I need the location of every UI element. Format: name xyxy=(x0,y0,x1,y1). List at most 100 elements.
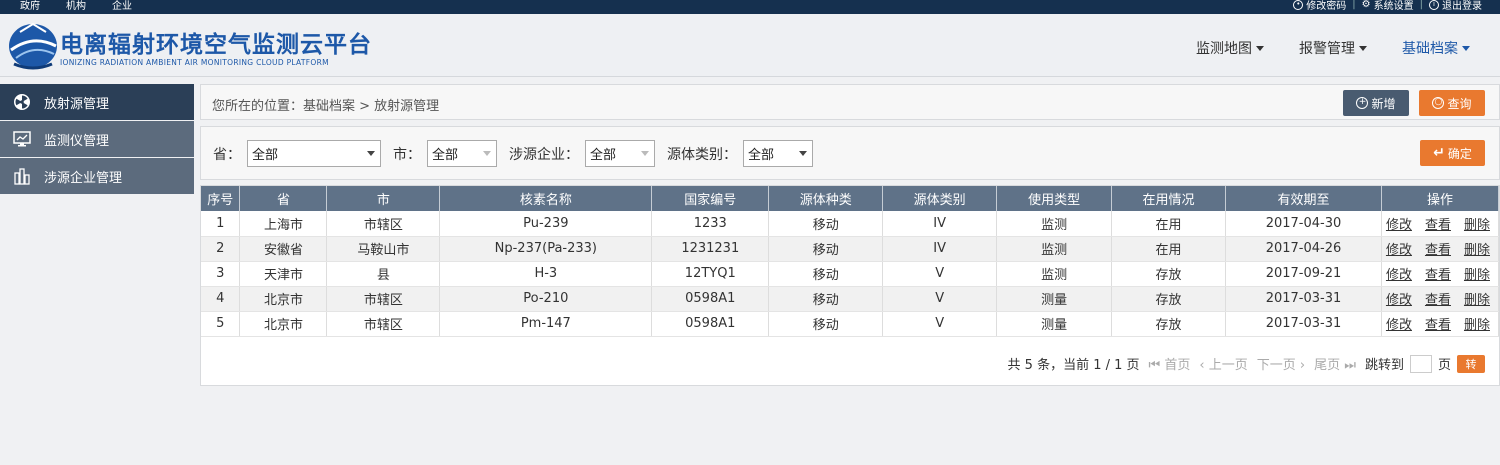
col-header-source-category[interactable]: 源体类别 xyxy=(882,186,998,211)
query-button[interactable]: ○ 查询 xyxy=(1419,90,1485,116)
company-label: 涉源企业： xyxy=(509,146,579,163)
top-links: 政府 机构 企业 xyxy=(20,0,132,12)
cell-status: 存放 xyxy=(1111,286,1226,312)
cell-national-code: 1231231 xyxy=(651,236,770,262)
brand-logo[interactable]: 电离辐射环境空气监测云平台 IONIZING RADIATION AMBIENT… xyxy=(6,20,371,72)
delete-link[interactable]: 删除 xyxy=(1464,243,1490,258)
globe-logo-icon xyxy=(9,22,57,70)
nav-basic-archives[interactable]: 基础档案 xyxy=(1402,38,1470,58)
last-page-link[interactable]: 尾页 ⏭ xyxy=(1314,354,1356,373)
top-link-institution[interactable]: 机构 xyxy=(66,0,86,12)
plus-icon: + xyxy=(1356,97,1369,109)
page-jump: 跳转到 页 转 xyxy=(1365,354,1485,373)
table-row: 3 天津市县 H-3 12TYQ1 移动 V 监测 存放 2017-09-21 修改 查看 删除 xyxy=(201,261,1500,287)
col-header-source-type[interactable]: 源体种类 xyxy=(768,186,884,211)
province-select-value: 全部 xyxy=(252,148,279,163)
col-header-status[interactable]: 在用情况 xyxy=(1111,186,1226,211)
sidebar-item-radioactive-sources[interactable]: 放射源管理 xyxy=(0,84,194,120)
brand-title: 电离辐射环境空气监测云平台 xyxy=(60,32,372,58)
cell-expiry: 2017-04-30 xyxy=(1225,211,1382,237)
sidebar-item-monitors[interactable]: 监测仪管理 xyxy=(0,121,194,157)
monitor-icon xyxy=(12,129,32,149)
page-jump-input[interactable] xyxy=(1409,354,1432,373)
col-header-index[interactable]: 序号 xyxy=(201,186,241,211)
cell-province: 天津市 xyxy=(239,261,328,287)
nav-monitoring-map[interactable]: 监测地图 xyxy=(1196,38,1264,58)
delete-link[interactable]: 删除 xyxy=(1464,293,1490,308)
cell-nuclide: Np-237(Pa-233) xyxy=(439,236,653,262)
top-link-enterprise[interactable]: 企业 xyxy=(112,0,132,12)
edit-link[interactable]: 修改 xyxy=(1386,318,1412,333)
province-select[interactable]: 全部 xyxy=(247,140,381,167)
top-user-actions: • 修改密码 | ⚙ 系统设置 | ı 退出登录 xyxy=(1293,0,1482,12)
edit-link[interactable]: 修改 xyxy=(1386,243,1412,258)
next-page-link[interactable]: 下一页 › xyxy=(1257,354,1305,373)
table-row: 5 北京市 市辖区 Pm-147 0598A1 移动 V 测量 存放 2017-03-31 修改 查看… xyxy=(201,311,1500,337)
delete-link[interactable]: 删除 xyxy=(1464,218,1490,233)
row-actions: 修改 查看 删除 xyxy=(1381,236,1500,262)
sources-table-panel: 序号 省 市 核素名称 国家编号 源体种类 源体类别 使用类型 在用情况 有效期… xyxy=(200,185,1500,386)
system-settings-link[interactable]: ⚙ 系统设置 xyxy=(1362,0,1414,12)
prev-page-link[interactable]: ‹ 上一页 xyxy=(1199,354,1247,373)
edit-link[interactable]: 修改 xyxy=(1386,293,1412,308)
delete-link[interactable]: 删除 xyxy=(1464,268,1490,283)
view-link[interactable]: 查看 xyxy=(1425,318,1451,333)
cell-usage-type: 监测 xyxy=(996,236,1113,262)
col-header-expiry[interactable]: 有效期至 xyxy=(1225,186,1382,211)
jump-label: 跳转到 xyxy=(1364,358,1404,373)
logout-link[interactable]: ı 退出登录 xyxy=(1429,0,1482,12)
change-password-link[interactable]: • 修改密码 xyxy=(1293,0,1346,12)
return-arrow-icon: ↵ xyxy=(1433,145,1445,161)
table-header-row: 序号 省 市 核素名称 国家编号 源体种类 源体类别 使用类型 在用情况 有效期… xyxy=(201,186,1500,211)
go-button[interactable]: 转 xyxy=(1457,354,1485,373)
divider: | xyxy=(1419,0,1423,10)
city-select[interactable]: 全部 xyxy=(427,140,497,167)
source-category-select[interactable]: 全部 xyxy=(743,140,813,167)
pagination: 共 5 条，当前 1 / 1 页 ⏮ 首页 ‹ 上一页 下一页 › 尾页 ⏭ 跳… xyxy=(1008,354,1485,373)
cell-province: 安徽省 xyxy=(239,236,328,262)
col-header-national-code[interactable]: 国家编号 xyxy=(651,186,770,211)
cell-source-type: 移动 xyxy=(768,211,884,237)
cell-province: 上海市 xyxy=(239,211,328,237)
add-button[interactable]: + 新增 xyxy=(1343,90,1409,116)
row-actions: 修改 查看 删除 xyxy=(1381,261,1500,287)
view-link[interactable]: 查看 xyxy=(1425,293,1451,308)
pagination-info: 共 5 条，当前 1 / 1 页 xyxy=(1007,358,1140,373)
cell-city: 市辖区 xyxy=(326,211,441,237)
chevron-left-icon: ‹ xyxy=(1199,358,1205,373)
nav-alarm-management[interactable]: 报警管理 xyxy=(1299,38,1367,58)
confirm-button-label: 确定 xyxy=(1447,146,1472,161)
view-link[interactable]: 查看 xyxy=(1425,218,1451,233)
prev-page-label: 上一页 xyxy=(1208,358,1248,373)
view-link[interactable]: 查看 xyxy=(1425,243,1451,258)
filter-fields: 省： 全部 市： 全部 涉源企业： 全部 源体类别： 全部 xyxy=(213,140,813,167)
add-button-label: 新增 xyxy=(1371,96,1396,111)
company-select-value: 全部 xyxy=(590,148,617,163)
company-select[interactable]: 全部 xyxy=(585,140,655,167)
cell-status: 在用 xyxy=(1111,236,1226,262)
cell-index: 5 xyxy=(201,311,241,337)
nav-label: 报警管理 xyxy=(1299,41,1355,57)
sidebar-item-source-companies[interactable]: 涉源企业管理 xyxy=(0,158,194,194)
gear-icon: ⚙ xyxy=(1361,0,1371,10)
city-label: 市： xyxy=(393,146,421,163)
view-link[interactable]: 查看 xyxy=(1425,268,1451,283)
col-header-nuclide[interactable]: 核素名称 xyxy=(439,186,653,211)
first-page-label: 首页 xyxy=(1164,358,1191,373)
first-page-link[interactable]: ⏮ 首页 xyxy=(1149,354,1191,373)
edit-link[interactable]: 修改 xyxy=(1386,218,1412,233)
chevron-down-icon xyxy=(641,151,649,156)
confirm-button[interactable]: ↵ 确定 xyxy=(1420,140,1485,166)
edit-link[interactable]: 修改 xyxy=(1386,268,1412,283)
delete-link[interactable]: 删除 xyxy=(1464,318,1490,333)
header: 电离辐射环境空气监测云平台 IONIZING RADIATION AMBIENT… xyxy=(0,14,1500,77)
cell-usage-type: 测量 xyxy=(996,311,1113,337)
cell-national-code: 1233 xyxy=(651,211,770,237)
col-header-city[interactable]: 市 xyxy=(326,186,441,211)
top-link-government[interactable]: 政府 xyxy=(20,0,40,12)
caret-down-icon xyxy=(1462,45,1470,51)
col-header-usage-type[interactable]: 使用类型 xyxy=(996,186,1113,211)
col-header-province[interactable]: 省 xyxy=(239,186,328,211)
caret-down-icon xyxy=(1256,45,1264,51)
cell-index: 4 xyxy=(201,286,241,312)
